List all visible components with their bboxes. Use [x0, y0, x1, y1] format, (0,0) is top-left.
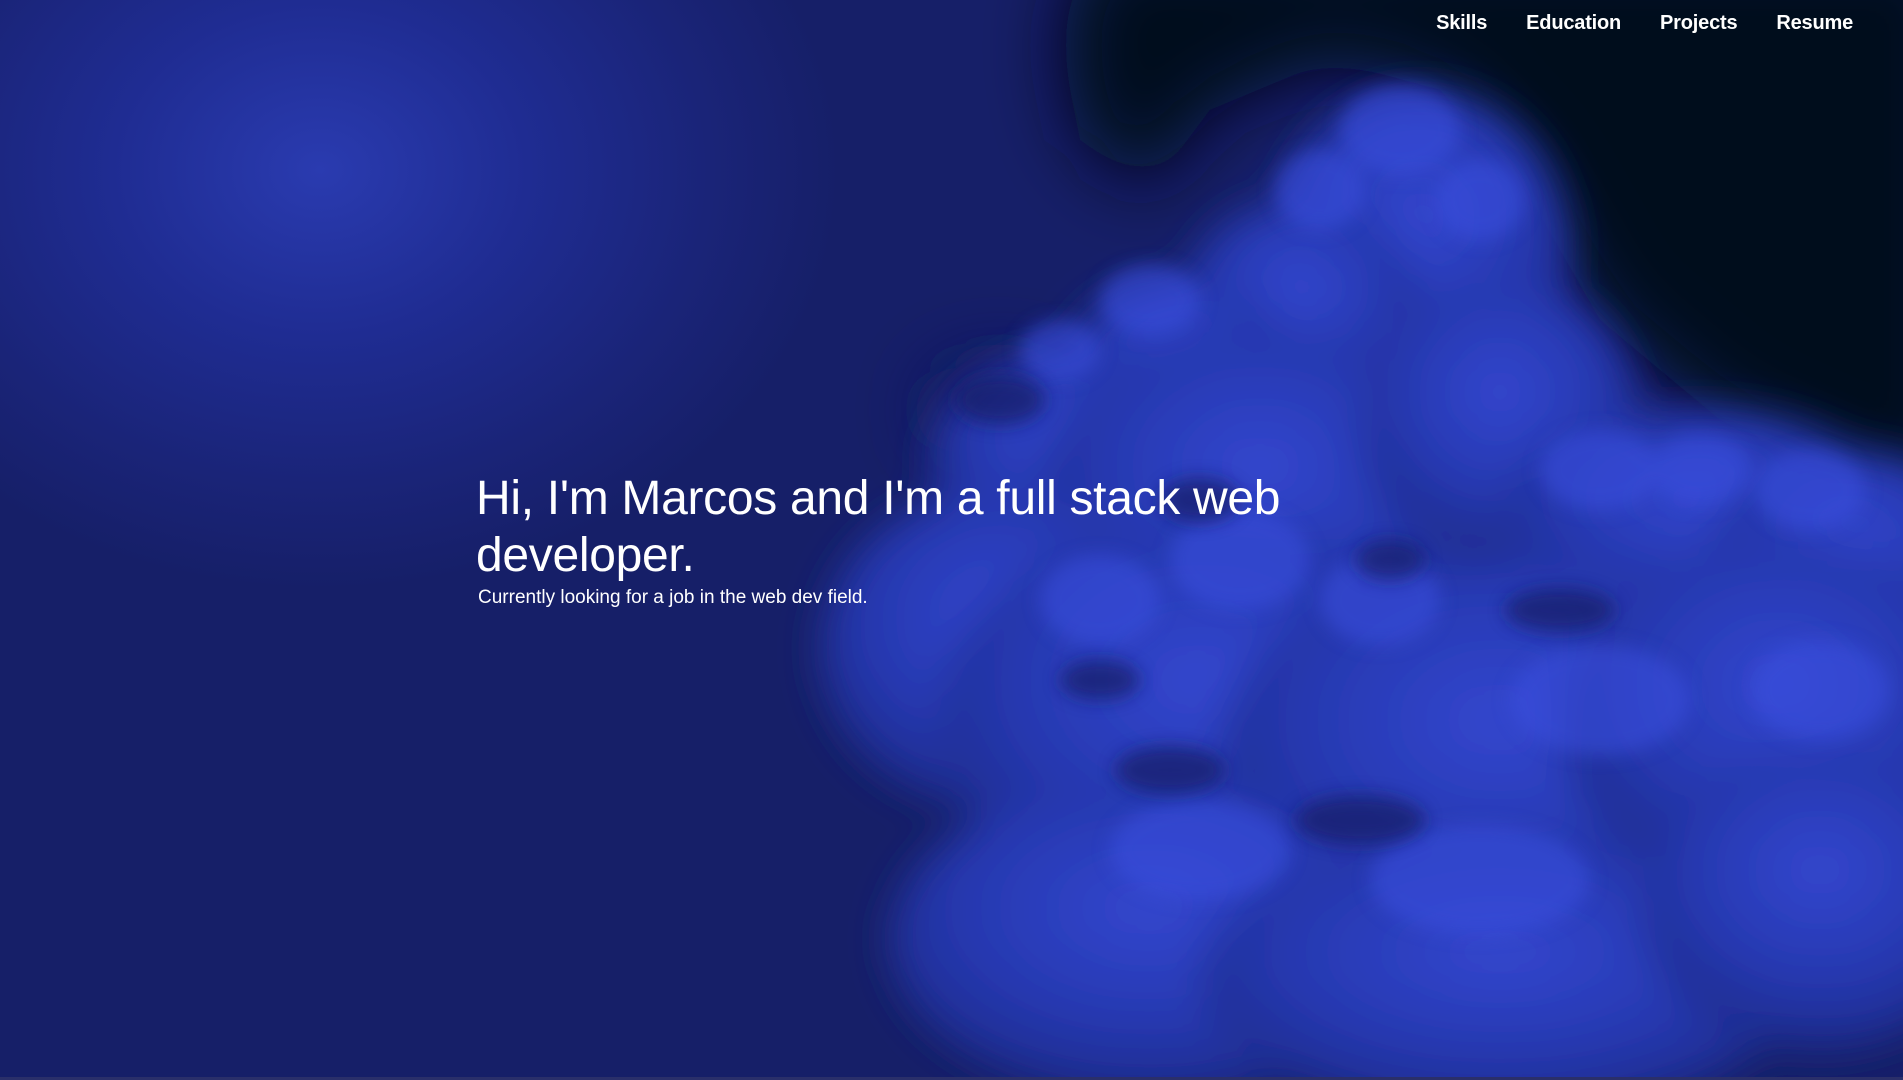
hero-text: Hi, I'm Marcos and I'm a full stack web d… — [476, 470, 1336, 610]
nav-link-skills[interactable]: Skills — [1436, 12, 1487, 35]
hero-section: Skills Education Projects Resume Hi, I'm… — [0, 0, 1903, 1080]
hero-headline-line1: Hi, I'm Marcos and I'm a full stack web — [476, 472, 1281, 525]
nav-link-projects[interactable]: Projects — [1660, 12, 1738, 35]
hero-headline-line2: developer. — [476, 529, 695, 582]
nav-link-resume[interactable]: Resume — [1776, 12, 1853, 35]
top-nav: Skills Education Projects Resume — [1397, 0, 1903, 46]
hero-headline: Hi, I'm Marcos and I'm a full stack web d… — [476, 470, 1336, 584]
hero-subtitle: Currently looking for a job in the web d… — [478, 587, 868, 608]
nav-link-education[interactable]: Education — [1526, 12, 1621, 35]
